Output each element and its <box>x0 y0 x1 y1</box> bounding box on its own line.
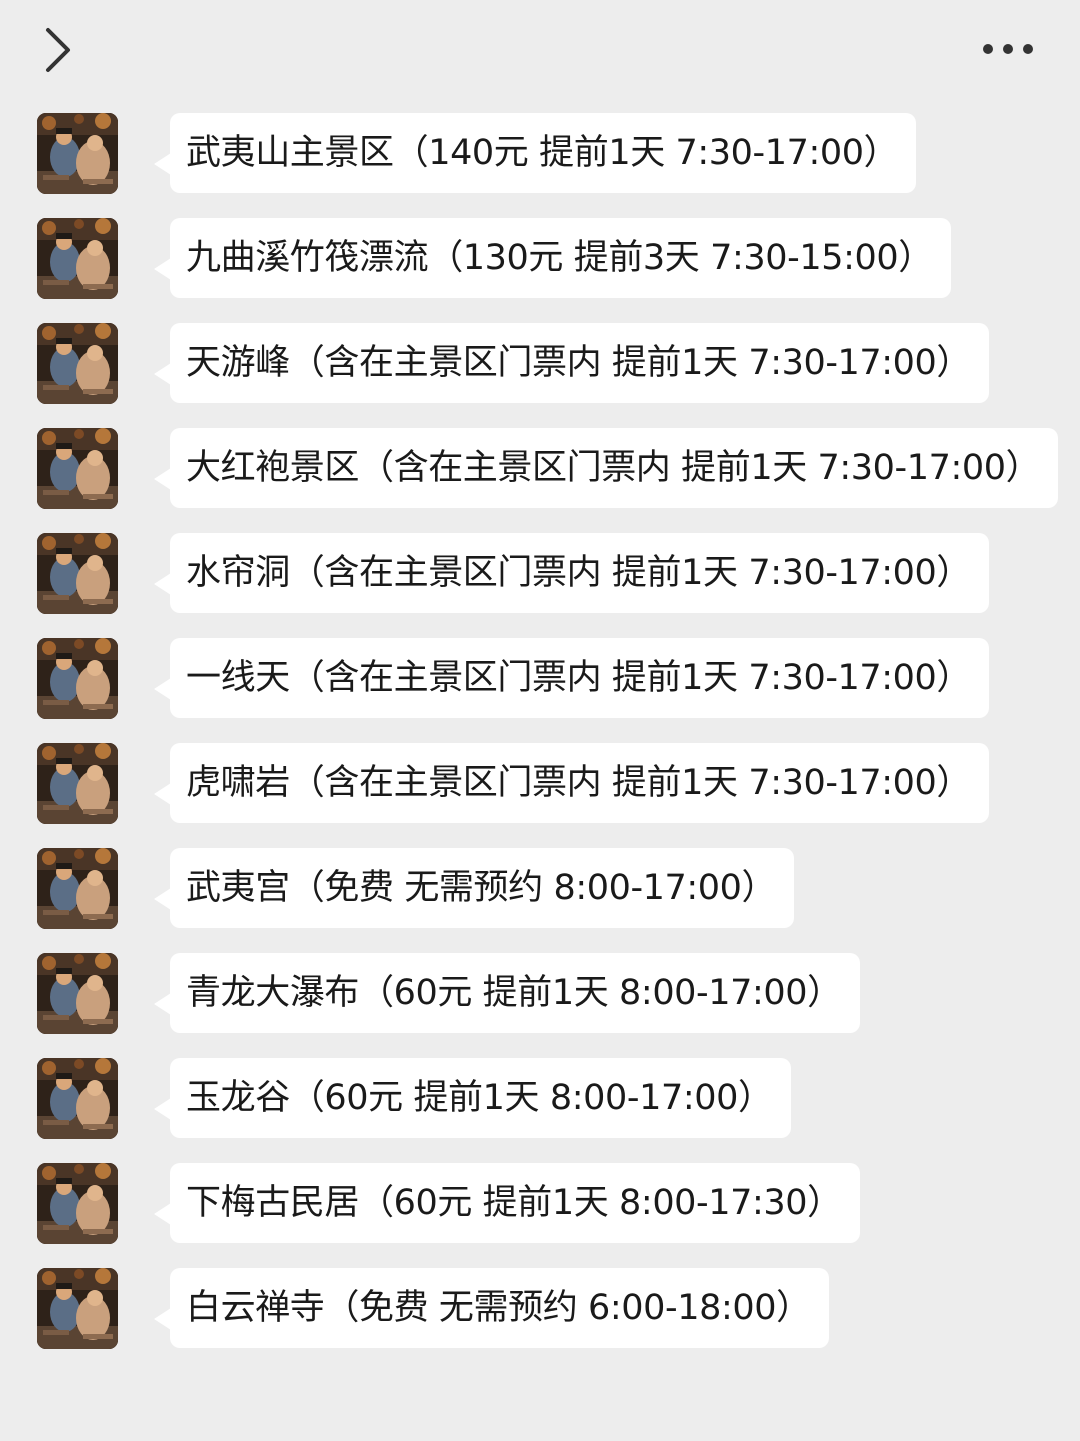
avatar[interactable] <box>37 323 118 404</box>
message-bubble[interactable]: 武夷宫（免费 无需预约 8:00-17:00） <box>153 848 795 928</box>
message-text: 大红袍景区（含在主景区门票内 提前1天 7:30-17:00） <box>186 448 1041 488</box>
message-text: 玉龙谷（60元 提前1天 8:00-17:00） <box>186 1078 773 1118</box>
message-bubble[interactable]: 玉龙谷（60元 提前1天 8:00-17:00） <box>154 1058 791 1138</box>
chat-message-4: 大红袍景区（含在主景区门票内 提前1天 7:30-17:00） <box>0 428 1080 510</box>
chat-message-8: 武夷宫（免费 无需预约 8:00-17:00） <box>0 848 1080 930</box>
message-text: 青龙大瀑布（60元 提前1天 8:00-17:00） <box>186 973 842 1013</box>
avatar[interactable] <box>37 113 118 194</box>
message-bubble[interactable]: 水帘洞（含在主景区门票内 提前1天 7:30-17:00） <box>153 533 990 613</box>
chat-message-12: 白云禅寺（免费 无需预约 6:00-18:00） <box>0 1268 1080 1350</box>
message-text: 白云禅寺（免费 无需预约 6:00-18:00） <box>186 1288 811 1328</box>
chat-message-10: 玉龙谷（60元 提前1天 8:00-17:00） <box>0 1058 1080 1140</box>
avatar[interactable] <box>37 1163 118 1244</box>
message-bubble[interactable]: 白云禅寺（免费 无需预约 6:00-18:00） <box>154 1268 829 1348</box>
more-dots-icon[interactable] <box>978 32 1042 66</box>
message-text: 天游峰（含在主景区门票内 提前1天 7:30-17:00） <box>186 343 972 383</box>
message-text: 九曲溪竹筏漂流（130元 提前3天 7:30-15:00） <box>186 238 933 278</box>
message-bubble[interactable]: 下梅古民居（60元 提前1天 8:00-17:30） <box>154 1163 860 1243</box>
avatar[interactable] <box>37 218 118 299</box>
chat-message-2: 九曲溪竹筏漂流（130元 提前3天 7:30-15:00） <box>0 218 1080 300</box>
chat-message-1: 武夷山主景区（140元 提前1天 7:30-17:00） <box>0 113 1080 195</box>
message-bubble[interactable]: 武夷山主景区（140元 提前1天 7:30-17:00） <box>153 113 917 193</box>
message-bubble[interactable]: 大红袍景区（含在主景区门票内 提前1天 7:30-17:00） <box>153 428 1059 508</box>
top-bar <box>0 0 1080 100</box>
chat-message-3: 天游峰（含在主景区门票内 提前1天 7:30-17:00） <box>0 323 1080 405</box>
message-bubble[interactable]: 天游峰（含在主景区门票内 提前1天 7:30-17:00） <box>153 323 990 403</box>
message-bubble[interactable]: 虎啸岩（含在主景区门票内 提前1天 7:30-17:00） <box>153 743 990 823</box>
chat-message-5: 水帘洞（含在主景区门票内 提前1天 7:30-17:00） <box>0 533 1080 615</box>
message-text: 水帘洞（含在主景区门票内 提前1天 7:30-17:00） <box>186 553 972 593</box>
message-bubble[interactable]: 九曲溪竹筏漂流（130元 提前3天 7:30-15:00） <box>154 218 951 298</box>
avatar[interactable] <box>37 743 118 824</box>
avatar[interactable] <box>37 428 118 509</box>
chat-message-6: 一线天（含在主景区门票内 提前1天 7:30-17:00） <box>0 638 1080 720</box>
message-text: 下梅古民居（60元 提前1天 8:00-17:30） <box>186 1183 842 1223</box>
chat-message-9: 青龙大瀑布（60元 提前1天 8:00-17:00） <box>0 953 1080 1035</box>
avatar[interactable] <box>37 638 118 719</box>
avatar[interactable] <box>37 1058 118 1139</box>
message-text: 一线天（含在主景区门票内 提前1天 7:30-17:00） <box>186 658 972 698</box>
chat-message-11: 下梅古民居（60元 提前1天 8:00-17:30） <box>0 1163 1080 1245</box>
avatar[interactable] <box>37 1268 118 1349</box>
avatar[interactable] <box>37 953 118 1034</box>
message-bubble[interactable]: 青龙大瀑布（60元 提前1天 8:00-17:00） <box>154 953 860 1033</box>
chat-message-7: 虎啸岩（含在主景区门票内 提前1天 7:30-17:00） <box>0 743 1080 825</box>
chevron-left-icon[interactable] <box>36 24 84 76</box>
avatar[interactable] <box>37 533 118 614</box>
message-text: 虎啸岩（含在主景区门票内 提前1天 7:30-17:00） <box>186 763 972 803</box>
message-bubble[interactable]: 一线天（含在主景区门票内 提前1天 7:30-17:00） <box>153 638 990 718</box>
message-text: 武夷山主景区（140元 提前1天 7:30-17:00） <box>186 133 899 173</box>
avatar[interactable] <box>37 848 118 929</box>
message-text: 武夷宫（免费 无需预约 8:00-17:00） <box>186 868 777 908</box>
